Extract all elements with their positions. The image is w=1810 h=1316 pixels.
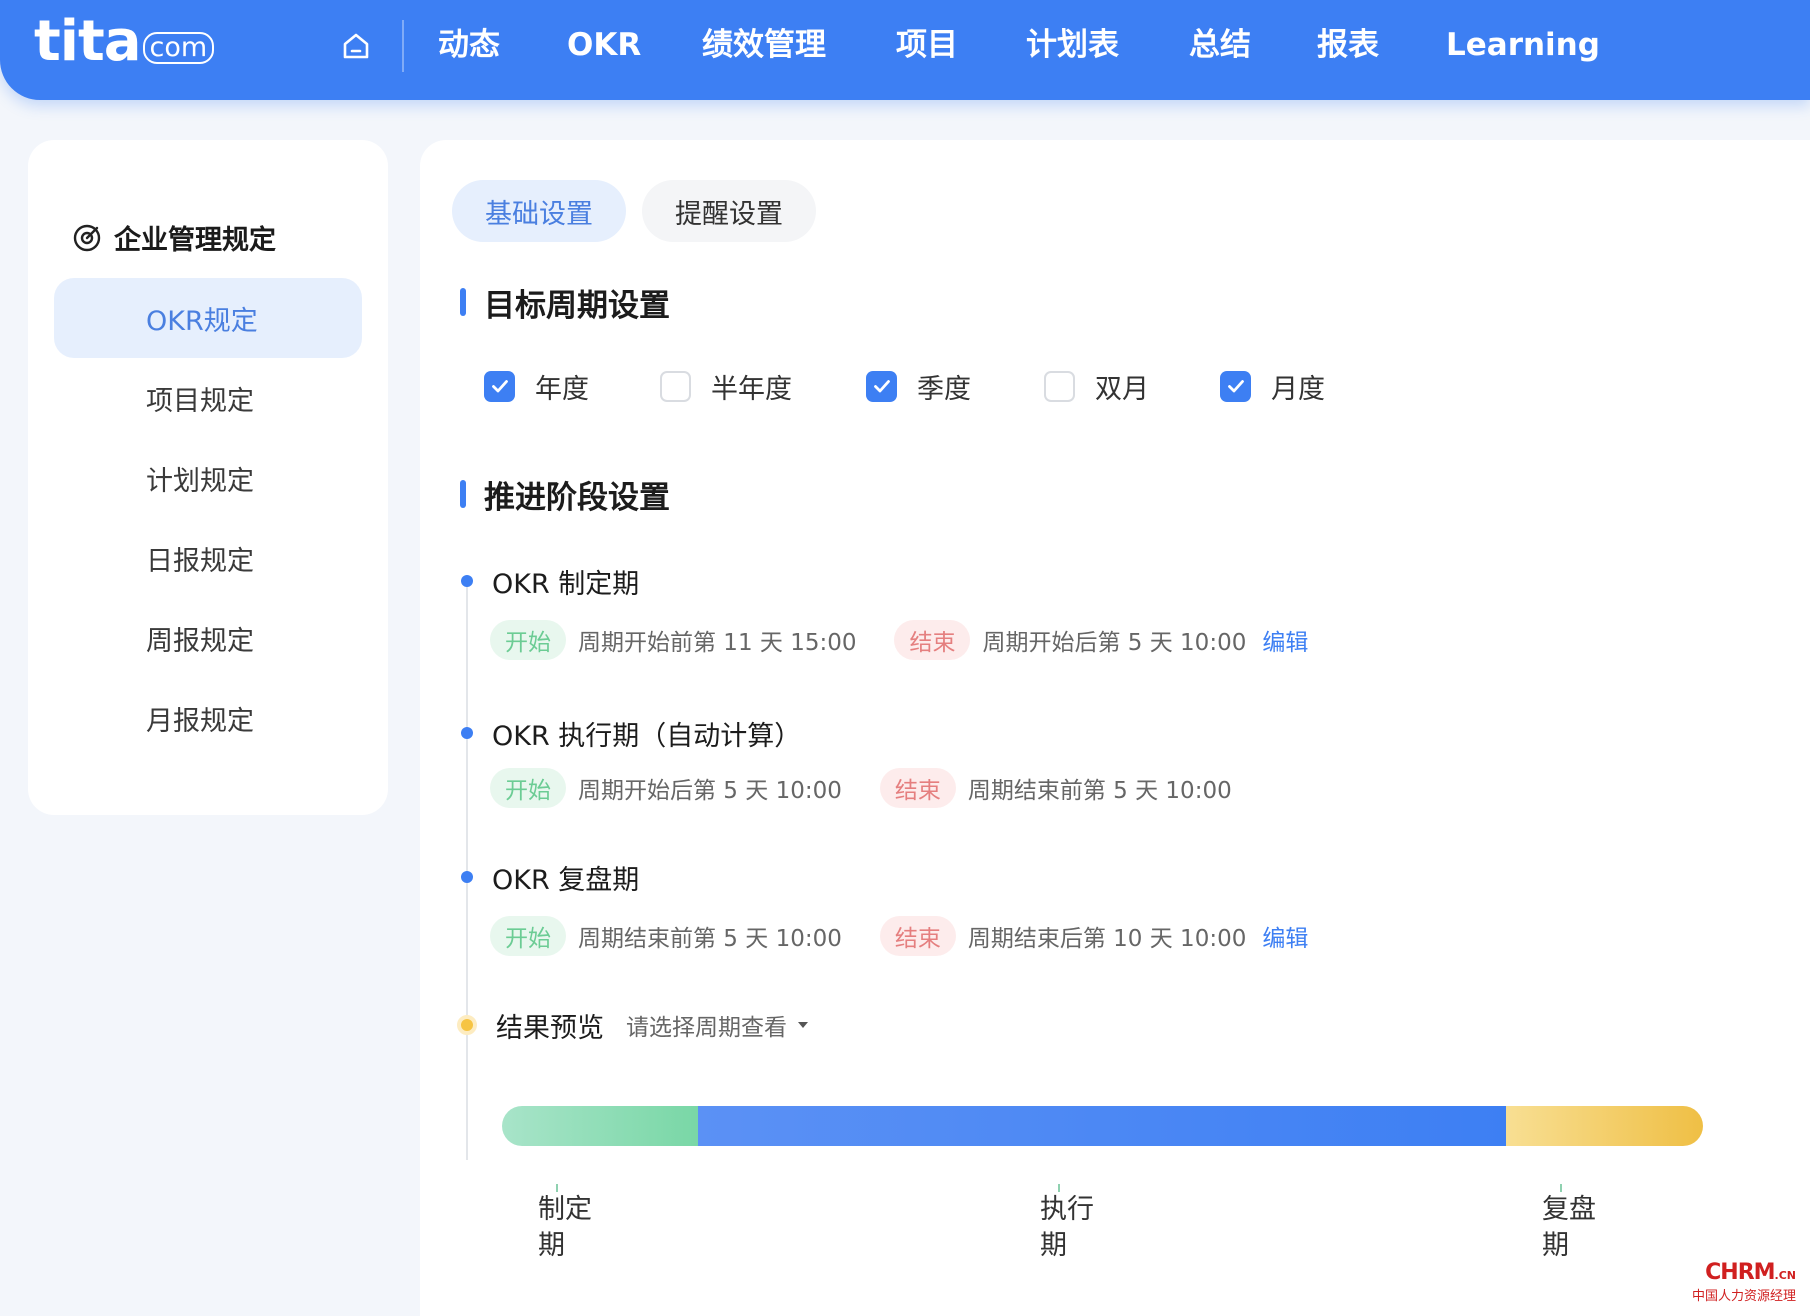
end-tag: 结束 [879, 916, 956, 956]
phase-label-define: 制定期 [538, 1192, 598, 1264]
logo-suffix: com [142, 32, 215, 64]
checkbox-label: 季度 [917, 373, 971, 405]
home-button[interactable] [336, 26, 376, 66]
watermark-sub: 中国人力资源经理 [1691, 1289, 1796, 1304]
home-icon [343, 33, 369, 59]
timeline-dot [461, 575, 473, 587]
phase-start-time: 周期开始后第 5 天 10:00 [578, 778, 842, 804]
phase-row-review: 开始 周期结束前第 5 天 10:00 结束 周期结束后第 10 天 10:00… [490, 916, 1308, 956]
phase-end-time: 周期结束后第 10 天 10:00 [967, 926, 1247, 952]
phase-segment-review [1506, 1106, 1703, 1146]
phase-tick [1058, 1184, 1060, 1192]
tab-reminder-settings[interactable]: 提醒设置 [642, 180, 816, 242]
tab-basic-settings[interactable]: 基础设置 [452, 180, 626, 242]
top-nav: tita com 动态 OKR 绩效管理 项目 计划表 总结 报表 Learni… [0, 0, 1810, 100]
checkbox-half-yearly[interactable]: 半年度 [660, 366, 792, 406]
phase-label-line: 执行 [1040, 1194, 1094, 1225]
phase-label-review: 复盘期 [1542, 1192, 1602, 1264]
checkbox-checked-icon [484, 370, 515, 402]
phase-label-line: 制定 [538, 1194, 592, 1225]
sidebar-title-text: 企业管理规定 [114, 225, 276, 256]
phase-row-execute: 开始 周期开始后第 5 天 10:00 结束 周期结束前第 5 天 10:00 [490, 768, 1232, 808]
checkbox-yearly[interactable]: 年度 [484, 366, 589, 406]
phase-title-execute: OKR 执行期（自动计算） [492, 721, 802, 752]
watermark-cn: .CN [1774, 1269, 1796, 1282]
phase-label-line: 期 [538, 1230, 565, 1261]
nav-item-learning[interactable]: Learning [1446, 22, 1600, 68]
phase-label-line: 期 [1040, 1230, 1067, 1261]
nav-divider [402, 20, 404, 72]
cycle-section-title-text: 目标周期设置 [484, 287, 670, 324]
phase-tick [556, 1184, 558, 1192]
edit-link[interactable]: 编辑 [1262, 919, 1308, 953]
stage-section-title-text: 推进阶段设置 [484, 479, 670, 516]
sidebar-item-monthly-report-rules[interactable]: 月报规定 [54, 678, 362, 758]
checkbox-label: 月度 [1271, 373, 1325, 405]
chrm-watermark: CHRM.CN 中国人力资源经理 [1692, 1260, 1796, 1304]
phase-tick [1560, 1184, 1562, 1192]
end-tag: 结束 [894, 620, 971, 660]
nav-item-summary[interactable]: 总结 [1189, 22, 1251, 68]
start-tag: 开始 [490, 916, 566, 956]
sidebar-title: 企业管理规定 [72, 218, 276, 257]
nav-item-performance[interactable]: 绩效管理 [702, 22, 826, 68]
sidebar-item-weekly-report-rules[interactable]: 周报规定 [54, 598, 362, 678]
settings-dial-icon [73, 224, 101, 251]
start-tag: 开始 [490, 768, 566, 808]
sidebar-item-project-rules[interactable]: 项目规定 [54, 358, 362, 438]
caret-down-icon [798, 1022, 808, 1028]
stage-section-title: 推进阶段设置 [460, 474, 670, 516]
timeline-dot [461, 871, 473, 883]
phase-row-define: 开始 周期开始前第 11 天 15:00 结束 周期开始后第 5 天 10:00… [490, 620, 1308, 660]
phase-label-execute: 执行期 [1040, 1192, 1100, 1264]
preview-row: 结果预览 请选择周期查看 [496, 1005, 809, 1045]
checkbox-empty-icon [660, 370, 691, 402]
edit-link[interactable]: 编辑 [1262, 623, 1308, 657]
start-tag: 开始 [490, 620, 566, 660]
checkbox-bimonthly[interactable]: 双月 [1044, 366, 1149, 406]
main-panel: 基础设置 提醒设置 目标周期设置 年度 半年度 季度 双月 月度 推进阶段设置 [420, 140, 1810, 1316]
sidebar-item-plan-rules[interactable]: 计划规定 [54, 438, 362, 518]
phase-progress-bar [502, 1106, 1703, 1146]
watermark-main: CHRM [1705, 1260, 1775, 1285]
phase-title-define: OKR 制定期 [492, 569, 640, 600]
checkbox-empty-icon [1044, 370, 1075, 402]
checkbox-label: 双月 [1095, 373, 1149, 405]
preview-label: 结果预览 [496, 1012, 604, 1044]
phase-end-time: 周期结束前第 5 天 10:00 [967, 778, 1232, 804]
nav-item-plans[interactable]: 计划表 [1026, 22, 1119, 68]
checkbox-checked-icon [866, 370, 897, 402]
timeline-line [466, 580, 468, 1160]
phase-label-line: 复盘 [1542, 1194, 1596, 1225]
checkbox-checked-icon [1220, 370, 1251, 402]
cycle-select-placeholder: 请选择周期查看 [626, 1015, 787, 1041]
nav-item-okr[interactable]: OKR [567, 22, 641, 68]
phase-start-time: 周期结束前第 5 天 10:00 [578, 926, 842, 952]
timeline-dot-preview [457, 1015, 477, 1035]
phase-label-line: 期 [1542, 1230, 1569, 1261]
phase-start-time: 周期开始前第 11 天 15:00 [578, 630, 857, 656]
phase-end-time: 周期开始后第 5 天 10:00 [982, 630, 1247, 656]
cycle-section-title: 目标周期设置 [460, 282, 670, 324]
nav-item-reports[interactable]: 报表 [1317, 22, 1379, 68]
checkbox-label: 年度 [535, 373, 589, 405]
phase-segment-define [502, 1106, 698, 1146]
nav-item-feed[interactable]: 动态 [438, 22, 500, 68]
sidebar-item-okr-rules[interactable]: OKR规定 [54, 278, 362, 358]
timeline-dot [461, 727, 473, 739]
checkbox-quarterly[interactable]: 季度 [866, 366, 971, 406]
sidebar-item-daily-report-rules[interactable]: 日报规定 [54, 518, 362, 598]
section-marker [460, 288, 466, 316]
logo-text: tita [34, 9, 142, 74]
cycle-select-dropdown[interactable]: 请选择周期查看 [626, 1008, 809, 1042]
sidebar: 企业管理规定 OKR规定 项目规定 计划规定 日报规定 周报规定 月报规定 [28, 140, 388, 815]
phase-segment-execute [697, 1106, 1507, 1146]
nav-item-projects[interactable]: 项目 [896, 22, 958, 68]
phase-title-review: OKR 复盘期 [492, 865, 640, 896]
checkbox-monthly[interactable]: 月度 [1220, 366, 1325, 406]
section-marker [460, 480, 466, 508]
tita-logo[interactable]: tita com [34, 9, 215, 74]
checkbox-label: 半年度 [711, 373, 792, 405]
end-tag: 结束 [879, 768, 956, 808]
